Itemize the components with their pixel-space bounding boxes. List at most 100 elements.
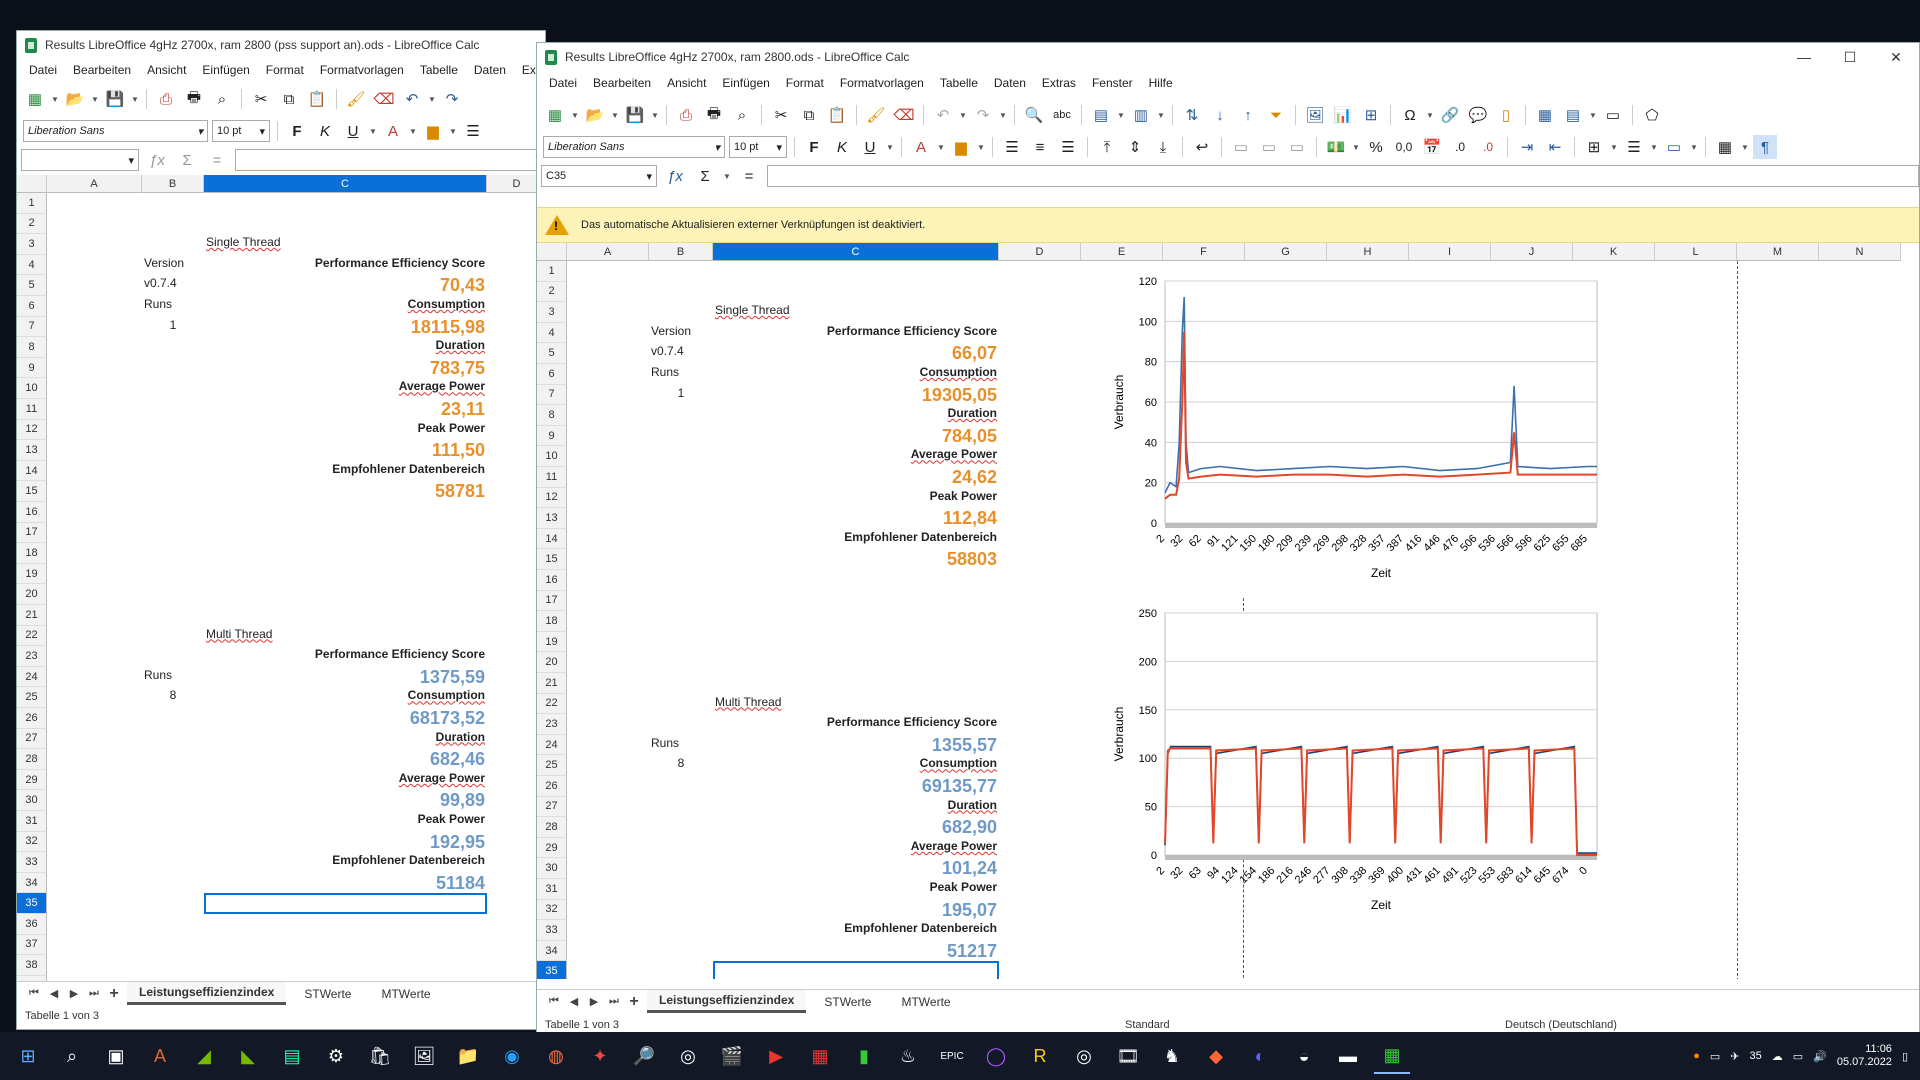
column-header-d[interactable]: D	[999, 243, 1081, 261]
row-header-20[interactable]: 20	[17, 584, 47, 605]
highlight-icon[interactable]: ▆	[421, 119, 445, 143]
row-header-8[interactable]: 8	[537, 405, 567, 426]
row-header-30[interactable]: 30	[17, 790, 47, 811]
clone-formatting-icon[interactable]: 🖌	[344, 87, 368, 111]
row-header-10[interactable]: 10	[537, 446, 567, 467]
paste-icon[interactable]: 📋	[305, 87, 329, 111]
app-icon[interactable]: ◆	[1198, 1038, 1234, 1074]
wrap-text-icon[interactable]: ↩	[1190, 135, 1214, 159]
comment-icon[interactable]: 💬	[1466, 103, 1490, 127]
menu-format[interactable]: Format	[778, 76, 832, 90]
prev-sheet-icon[interactable]: ◀	[47, 987, 61, 1000]
unmerge-cells-icon[interactable]: ▭	[1285, 135, 1309, 159]
column-header-a[interactable]: A	[47, 175, 142, 193]
clock[interactable]: 11:06 05.07.2022	[1837, 1043, 1892, 1069]
row-header-25[interactable]: 25	[17, 687, 47, 708]
function-wizard-icon[interactable]: ƒx	[145, 148, 169, 172]
column-header-g[interactable]: G	[1245, 243, 1327, 261]
row-header-29[interactable]: 29	[17, 769, 47, 791]
menu-bearbeiten[interactable]: Bearbeiten	[65, 63, 139, 77]
app-icon[interactable]: ▮	[846, 1038, 882, 1074]
task-view-icon[interactable]: ▣	[98, 1038, 134, 1074]
pivot-table-icon[interactable]: ⊞	[1359, 103, 1383, 127]
row-header-33[interactable]: 33	[537, 920, 567, 941]
currency-icon[interactable]: 💵	[1324, 135, 1348, 159]
chevron-down-icon[interactable]: ▼	[977, 143, 985, 152]
sum-icon[interactable]: Σ	[693, 164, 717, 188]
italic-icon[interactable]: K	[830, 135, 854, 159]
row-header-22[interactable]: 22	[537, 693, 567, 715]
font-size-box[interactable]: 10 pt ▾	[729, 136, 787, 158]
row-header-15[interactable]: 15	[537, 549, 567, 570]
percent-icon[interactable]: %	[1364, 135, 1388, 159]
align-left-icon[interactable]: ☰	[461, 119, 485, 143]
row-header-20[interactable]: 20	[537, 652, 567, 673]
chevron-down-icon[interactable]: ▾	[128, 154, 134, 167]
app-icon[interactable]: ▶	[758, 1038, 794, 1074]
column-header-l[interactable]: L	[1655, 243, 1737, 261]
row-header-12[interactable]: 12	[537, 487, 567, 509]
formula-icon[interactable]: =	[737, 164, 761, 188]
row-header-32[interactable]: 32	[17, 831, 47, 853]
row-header-23[interactable]: 23	[17, 646, 47, 667]
row-header-22[interactable]: 22	[17, 625, 47, 647]
row-header-9[interactable]: 9	[537, 425, 567, 447]
nvidia-icon[interactable]: ◢	[186, 1038, 222, 1074]
print-preview-icon[interactable]: ⌕	[730, 103, 754, 127]
font-size-box[interactable]: 10 pt ▾	[212, 120, 270, 142]
display-icon[interactable]: ▭	[1793, 1050, 1803, 1063]
highlight-icon[interactable]: ▆	[949, 135, 973, 159]
font-name-box[interactable]: Liberation Sans ▾	[23, 120, 208, 142]
row-header-23[interactable]: 23	[537, 714, 567, 735]
chevron-down-icon[interactable]: ▼	[131, 95, 139, 104]
redo-icon[interactable]: ↷	[440, 87, 464, 111]
align-left-icon[interactable]: ☰	[1000, 135, 1024, 159]
front-title-bar[interactable]: Results LibreOffice 4gHz 2700x, ram 2800…	[537, 43, 1919, 71]
print-preview-icon[interactable]: ⌕	[210, 87, 234, 111]
chevron-down-icon[interactable]: ▼	[91, 95, 99, 104]
row-header-35[interactable]: 35	[537, 961, 567, 979]
tray-network-icon[interactable]: ✈	[1730, 1050, 1739, 1063]
app-icon[interactable]: ◯	[978, 1038, 1014, 1074]
row-header-4[interactable]: 4	[17, 254, 47, 276]
row-header-18[interactable]: 18	[17, 543, 47, 564]
row-header-16[interactable]: 16	[537, 570, 567, 591]
menu-fenster[interactable]: Fenster	[1084, 76, 1141, 90]
volume-icon[interactable]: 🔊	[1813, 1050, 1827, 1063]
maximize-icon[interactable]: ☐	[1827, 43, 1873, 71]
border-color-icon[interactable]: ▭	[1662, 135, 1686, 159]
epic-games-icon[interactable]: EPIC	[934, 1038, 970, 1074]
row-header-34[interactable]: 34	[537, 940, 567, 962]
increase-indent-icon[interactable]: ⇥	[1515, 135, 1539, 159]
tab-leistungseffizienzindex[interactable]: Leistungseffizienzindex	[127, 982, 287, 1005]
chevron-down-icon[interactable]: ▼	[1157, 111, 1165, 120]
column-header-c[interactable]: C	[713, 243, 999, 261]
row-header-4[interactable]: 4	[537, 322, 567, 344]
notifications-icon[interactable]: ▯	[1902, 1050, 1908, 1063]
font-color-icon[interactable]: A	[381, 119, 405, 143]
next-sheet-icon[interactable]: ▶	[587, 995, 601, 1008]
row-header-28[interactable]: 28	[17, 749, 47, 770]
magnifier-icon[interactable]: 🔎	[626, 1038, 662, 1074]
power-chart-multi[interactable]: 0501001502002502 32 63 94124154186216246277…	[1107, 605, 1607, 915]
align-center-icon[interactable]: ≡	[1028, 135, 1052, 159]
menu-extras[interactable]: Extras	[1034, 76, 1084, 90]
chevron-down-icon[interactable]: ▾	[714, 141, 720, 154]
formula-input[interactable]	[767, 165, 1919, 187]
row-header-16[interactable]: 16	[17, 502, 47, 523]
first-sheet-icon[interactable]: ⏮	[547, 995, 561, 1008]
save-icon[interactable]: 💾	[623, 103, 647, 127]
align-right-icon[interactable]: ☰	[1056, 135, 1080, 159]
column-header-c[interactable]: C	[204, 175, 487, 193]
merge-cells-icon[interactable]: ▭	[1257, 135, 1281, 159]
print-icon[interactable]: 🖶	[182, 87, 206, 111]
headers-footers-icon[interactable]: ▯	[1494, 103, 1518, 127]
sort-ascending-icon[interactable]: ↓	[1208, 103, 1232, 127]
app-icon[interactable]: ▤	[274, 1038, 310, 1074]
sum-icon[interactable]: Σ	[175, 148, 199, 172]
freeze-rows-icon[interactable]: ▤	[1561, 103, 1585, 127]
number-format-icon[interactable]: 0,0	[1392, 135, 1416, 159]
row-header-38[interactable]: 38	[17, 955, 47, 976]
row-header-5[interactable]: 5	[537, 343, 567, 364]
chevron-down-icon[interactable]: ▼	[369, 127, 377, 136]
